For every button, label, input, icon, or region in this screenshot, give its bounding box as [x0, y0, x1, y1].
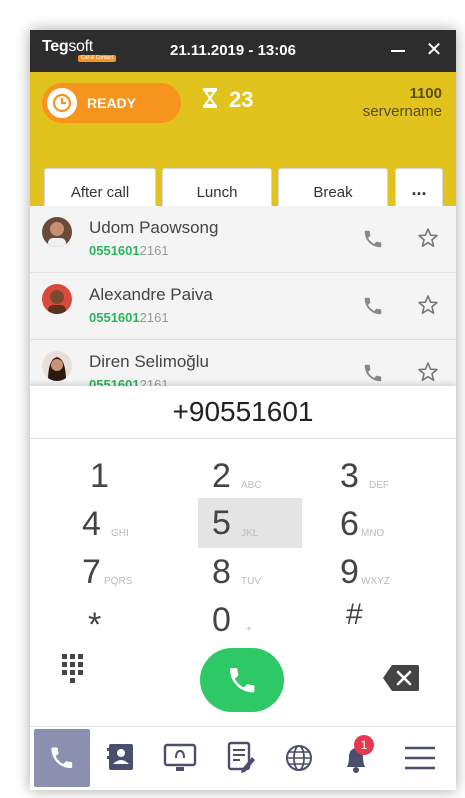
favorite-star-icon[interactable]	[416, 360, 440, 384]
nav-phone-icon[interactable]	[34, 729, 90, 787]
close-button[interactable]: ✕	[422, 38, 446, 62]
favorite-star-icon[interactable]	[416, 226, 440, 250]
nav-globe-icon[interactable]	[271, 729, 327, 787]
dial-key-hash[interactable]: #	[326, 598, 430, 648]
dial-key-9[interactable]: 9 WXYZ	[326, 550, 430, 600]
status-toggle[interactable]: READY	[42, 83, 181, 123]
dial-key-8[interactable]: 8 TUV	[198, 550, 302, 600]
avatar	[42, 284, 72, 314]
logo-tagline: Call & Contact	[78, 55, 116, 62]
contact-number: 05516012161	[89, 310, 169, 325]
nav-monitor-icon[interactable]	[152, 729, 208, 787]
title-bar: Tegsoft Call & Contact 21.11.2019 - 13:0…	[30, 30, 456, 72]
minimize-button[interactable]	[386, 40, 410, 62]
dial-key-star[interactable]: *	[60, 598, 164, 648]
dial-panel: +90551601 1 2 ABC 3 DEF 4 GHI 5 JKL 6 MNO 7 PQ…	[30, 386, 456, 726]
dial-key-5[interactable]: 5 JKL	[198, 498, 302, 548]
call-button[interactable]	[200, 648, 284, 712]
backspace-icon[interactable]	[382, 664, 420, 692]
contact-name: Alexandre Paiva	[89, 285, 213, 304]
status-timer: 23	[229, 87, 254, 112]
bottom-navigation: 1	[30, 726, 456, 790]
avatar	[42, 217, 72, 247]
dial-key-0[interactable]: 0 +	[198, 598, 302, 648]
contact-row[interactable]: Udom Paowsong 05516012161	[30, 206, 456, 273]
extension-number: 1100	[409, 85, 442, 102]
dial-key-2[interactable]: 2 ABC	[198, 454, 302, 504]
status-label: READY	[87, 95, 137, 111]
avatar	[42, 351, 72, 381]
contact-name: Diren Selimoğlu	[89, 352, 209, 371]
clock-icon	[47, 88, 77, 118]
dial-key-1[interactable]: 1	[60, 454, 164, 504]
contact-number: 05516012161	[89, 243, 169, 258]
nav-menu-icon[interactable]	[392, 729, 448, 787]
nav-contacts-icon[interactable]	[93, 729, 149, 787]
favorite-star-icon[interactable]	[416, 293, 440, 317]
contact-name: Udom Paowsong	[89, 218, 219, 237]
dial-number-input[interactable]: +90551601	[30, 386, 456, 439]
call-contact-icon[interactable]	[362, 362, 384, 384]
hourglass-icon	[202, 87, 218, 109]
notification-badge: 1	[354, 735, 374, 755]
tegsoft-logo: Tegsoft	[42, 38, 93, 55]
contact-row[interactable]: Alexandre Paiva 05516012161	[30, 273, 456, 340]
call-contact-icon[interactable]	[362, 295, 384, 317]
nav-notes-icon[interactable]	[212, 729, 268, 787]
dial-key-4[interactable]: 4 GHI	[60, 502, 164, 552]
datetime: 21.11.2019 - 13:06	[170, 42, 296, 59]
dialpad-icon[interactable]	[60, 652, 90, 692]
softphone-window: Tegsoft Call & Contact 21.11.2019 - 13:0…	[30, 30, 456, 790]
call-contact-icon[interactable]	[362, 228, 384, 250]
server-name: servername	[362, 103, 442, 120]
dial-key-3[interactable]: 3 DEF	[326, 454, 430, 504]
dial-key-6[interactable]: 6 MNO	[326, 502, 430, 552]
dial-key-7[interactable]: 7 PQRS	[60, 550, 164, 600]
